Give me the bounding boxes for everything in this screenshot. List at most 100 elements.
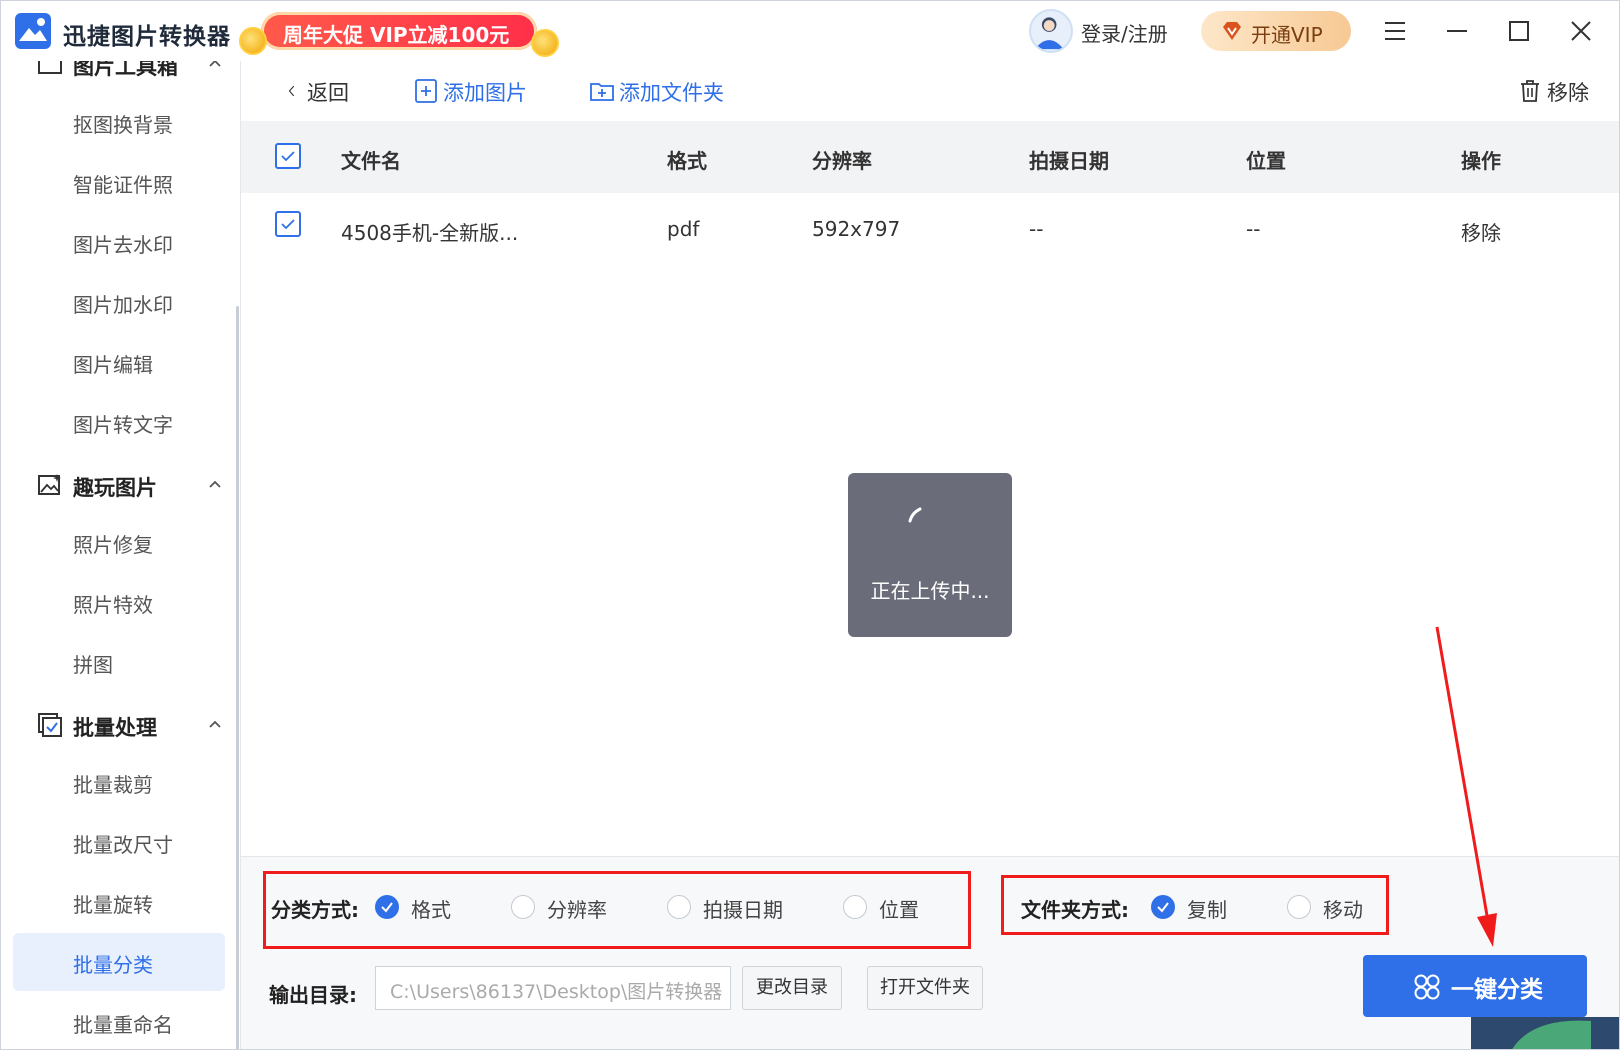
sidebar-item-label: 照片修复 xyxy=(73,533,153,557)
radio-move-label[interactable]: 移动 xyxy=(1323,894,1363,923)
sidebar: 图片工具箱 抠图换背景 智能证件照 图片去水印 图片加水印 图片编辑 图片转文字… xyxy=(1,61,241,1049)
radio-resolution[interactable] xyxy=(511,895,535,919)
radio-format-label[interactable]: 格式 xyxy=(411,894,451,923)
sidebar-item-label: 智能证件照 xyxy=(73,173,173,197)
batch-check-icon xyxy=(38,713,62,737)
sidebar-item-label: 拼图 xyxy=(73,653,113,677)
sidebar-item-label: 图片去水印 xyxy=(73,233,173,257)
sidebar-item-batch-resize[interactable]: 批量改尺寸 xyxy=(13,813,225,871)
col-location[interactable]: 位置 xyxy=(1246,145,1286,174)
sidebar-item-label: 批量重命名 xyxy=(73,1013,173,1037)
sidebar-item-batch-crop[interactable]: 批量裁剪 xyxy=(13,753,225,811)
sidebar-item-label: 批量分类 xyxy=(73,953,153,977)
output-dir-label: 输出目录: xyxy=(269,983,357,1007)
check-icon xyxy=(281,151,295,162)
remove-label: 移除 xyxy=(1547,81,1589,105)
coin-icon xyxy=(531,29,559,57)
sidebar-item-image-to-text[interactable]: 图片转文字 xyxy=(13,393,225,451)
trash-icon xyxy=(1521,80,1539,102)
remove-all-button[interactable]: 移除 xyxy=(1517,75,1597,107)
radio-date-label[interactable]: 拍摄日期 xyxy=(703,894,783,923)
radio-location-label[interactable]: 位置 xyxy=(879,894,919,923)
coin-icon xyxy=(239,27,267,55)
row-checkbox[interactable] xyxy=(275,211,301,237)
output-path-field[interactable]: C:\Users\86137\Desktop\图片转换器 xyxy=(375,966,731,1010)
classify-label: 分类方式: xyxy=(271,898,359,922)
sidebar-item-label: 图片加水印 xyxy=(73,293,173,317)
sidebar-item-add-watermark[interactable]: 图片加水印 xyxy=(13,273,225,331)
check-icon xyxy=(1157,902,1169,913)
sidebar-item-collage[interactable]: 拼图 xyxy=(13,633,225,691)
radio-resolution-label[interactable]: 分辨率 xyxy=(547,894,607,923)
user-avatar[interactable] xyxy=(1029,9,1073,53)
sidebar-item-batch-rotate[interactable]: 批量旋转 xyxy=(13,873,225,931)
add-folder-button[interactable]: 添加文件夹 xyxy=(589,75,759,107)
close-icon[interactable] xyxy=(1563,13,1599,49)
col-resolution[interactable]: 分辨率 xyxy=(812,145,872,174)
col-filename[interactable]: 文件名 xyxy=(341,145,401,174)
col-date[interactable]: 拍摄日期 xyxy=(1029,145,1109,174)
one-click-classify-label: 一键分类 xyxy=(1451,977,1543,1003)
sidebar-item-photo-repair[interactable]: 照片修复 xyxy=(13,513,225,571)
sidebar-section-label: 图片工具箱 xyxy=(73,61,178,79)
col-format[interactable]: 格式 xyxy=(667,145,707,174)
chevron-up-icon[interactable] xyxy=(207,716,223,732)
vip-text: 开通VIP xyxy=(1251,23,1323,47)
menu-icon[interactable] xyxy=(1377,13,1413,49)
loading-spinner-icon xyxy=(908,507,922,523)
sidebar-scrollbar[interactable] xyxy=(236,306,239,1049)
one-click-classify-button[interactable]: 一键分类 xyxy=(1363,955,1587,1017)
sidebar-section-toolbox[interactable]: 图片工具箱 xyxy=(37,61,227,83)
radio-format[interactable] xyxy=(375,895,399,919)
toolbar: 返回 添加图片 添加文件夹 移除 xyxy=(241,61,1619,121)
promo-text: 周年大促 VIP立减100元 xyxy=(283,23,510,47)
minimize-icon[interactable] xyxy=(1439,13,1475,49)
login-register-link[interactable]: 登录/注册 xyxy=(1081,18,1168,47)
sidebar-item-id-photo[interactable]: 智能证件照 xyxy=(13,153,225,211)
add-image-button[interactable]: 添加图片 xyxy=(413,75,553,107)
sidebar-item-label: 抠图换背景 xyxy=(73,113,173,137)
sidebar-item-batch-rename[interactable]: 批量重命名 xyxy=(13,993,225,1049)
promo-banner[interactable]: 周年大促 VIP立减100元 xyxy=(239,9,559,57)
sidebar-item-label: 批量裁剪 xyxy=(73,773,153,797)
add-image-label: 添加图片 xyxy=(443,81,527,105)
open-folder-button[interactable]: 打开文件夹 xyxy=(867,966,983,1010)
sidebar-item-label: 批量改尺寸 xyxy=(73,833,173,857)
sidebar-section-batch[interactable]: 批量处理 xyxy=(37,704,227,744)
radio-move[interactable] xyxy=(1287,895,1311,919)
radio-copy-label[interactable]: 复制 xyxy=(1187,894,1227,923)
sidebar-item-label: 批量旋转 xyxy=(73,893,153,917)
toolbox-icon xyxy=(38,61,62,74)
table-row[interactable]: 4508手机-全新版... pdf 592x797 -- -- 移除 xyxy=(241,193,1619,265)
add-folder-label: 添加文件夹 xyxy=(619,81,724,105)
vip-diamond-icon xyxy=(1223,22,1241,40)
chevron-up-icon[interactable] xyxy=(207,61,223,71)
sidebar-item-remove-watermark[interactable]: 图片去水印 xyxy=(13,213,225,271)
app-window: 迅捷图片转换器 周年大促 VIP立减100元 登录/注册 开通VIP 图片工具箱… xyxy=(0,0,1620,1050)
cell-filename: 4508手机-全新版... xyxy=(341,221,519,245)
add-folder-icon xyxy=(590,83,614,101)
sidebar-item-photo-effects[interactable]: 照片特效 xyxy=(13,573,225,631)
row-remove-link[interactable]: 移除 xyxy=(1461,217,1501,246)
radio-date[interactable] xyxy=(667,895,691,919)
sidebar-item-batch-classify[interactable]: 批量分类 xyxy=(13,933,225,991)
app-title: 迅捷图片转换器 xyxy=(63,24,231,50)
sidebar-section-fun-images[interactable]: 趣玩图片 xyxy=(37,464,227,504)
cell-location: -- xyxy=(1246,217,1261,241)
add-image-icon xyxy=(415,79,437,103)
change-dir-button[interactable]: 更改目录 xyxy=(742,966,842,1010)
open-vip-button[interactable]: 开通VIP xyxy=(1201,11,1351,51)
app-logo-icon xyxy=(15,13,51,49)
wallpaper-corner xyxy=(1471,1017,1619,1049)
radio-copy[interactable] xyxy=(1151,895,1175,919)
select-all-checkbox[interactable] xyxy=(275,143,301,169)
maximize-icon[interactable] xyxy=(1501,13,1537,49)
radio-location[interactable] xyxy=(843,895,867,919)
sidebar-item-image-edit[interactable]: 图片编辑 xyxy=(13,333,225,391)
sidebar-item-remove-background[interactable]: 抠图换背景 xyxy=(13,93,225,151)
user-avatar-icon xyxy=(1034,17,1064,50)
sidebar-section-label: 趣玩图片 xyxy=(73,476,157,500)
check-icon xyxy=(381,902,393,913)
chevron-up-icon[interactable] xyxy=(207,476,223,492)
back-button[interactable]: 返回 xyxy=(287,75,367,107)
